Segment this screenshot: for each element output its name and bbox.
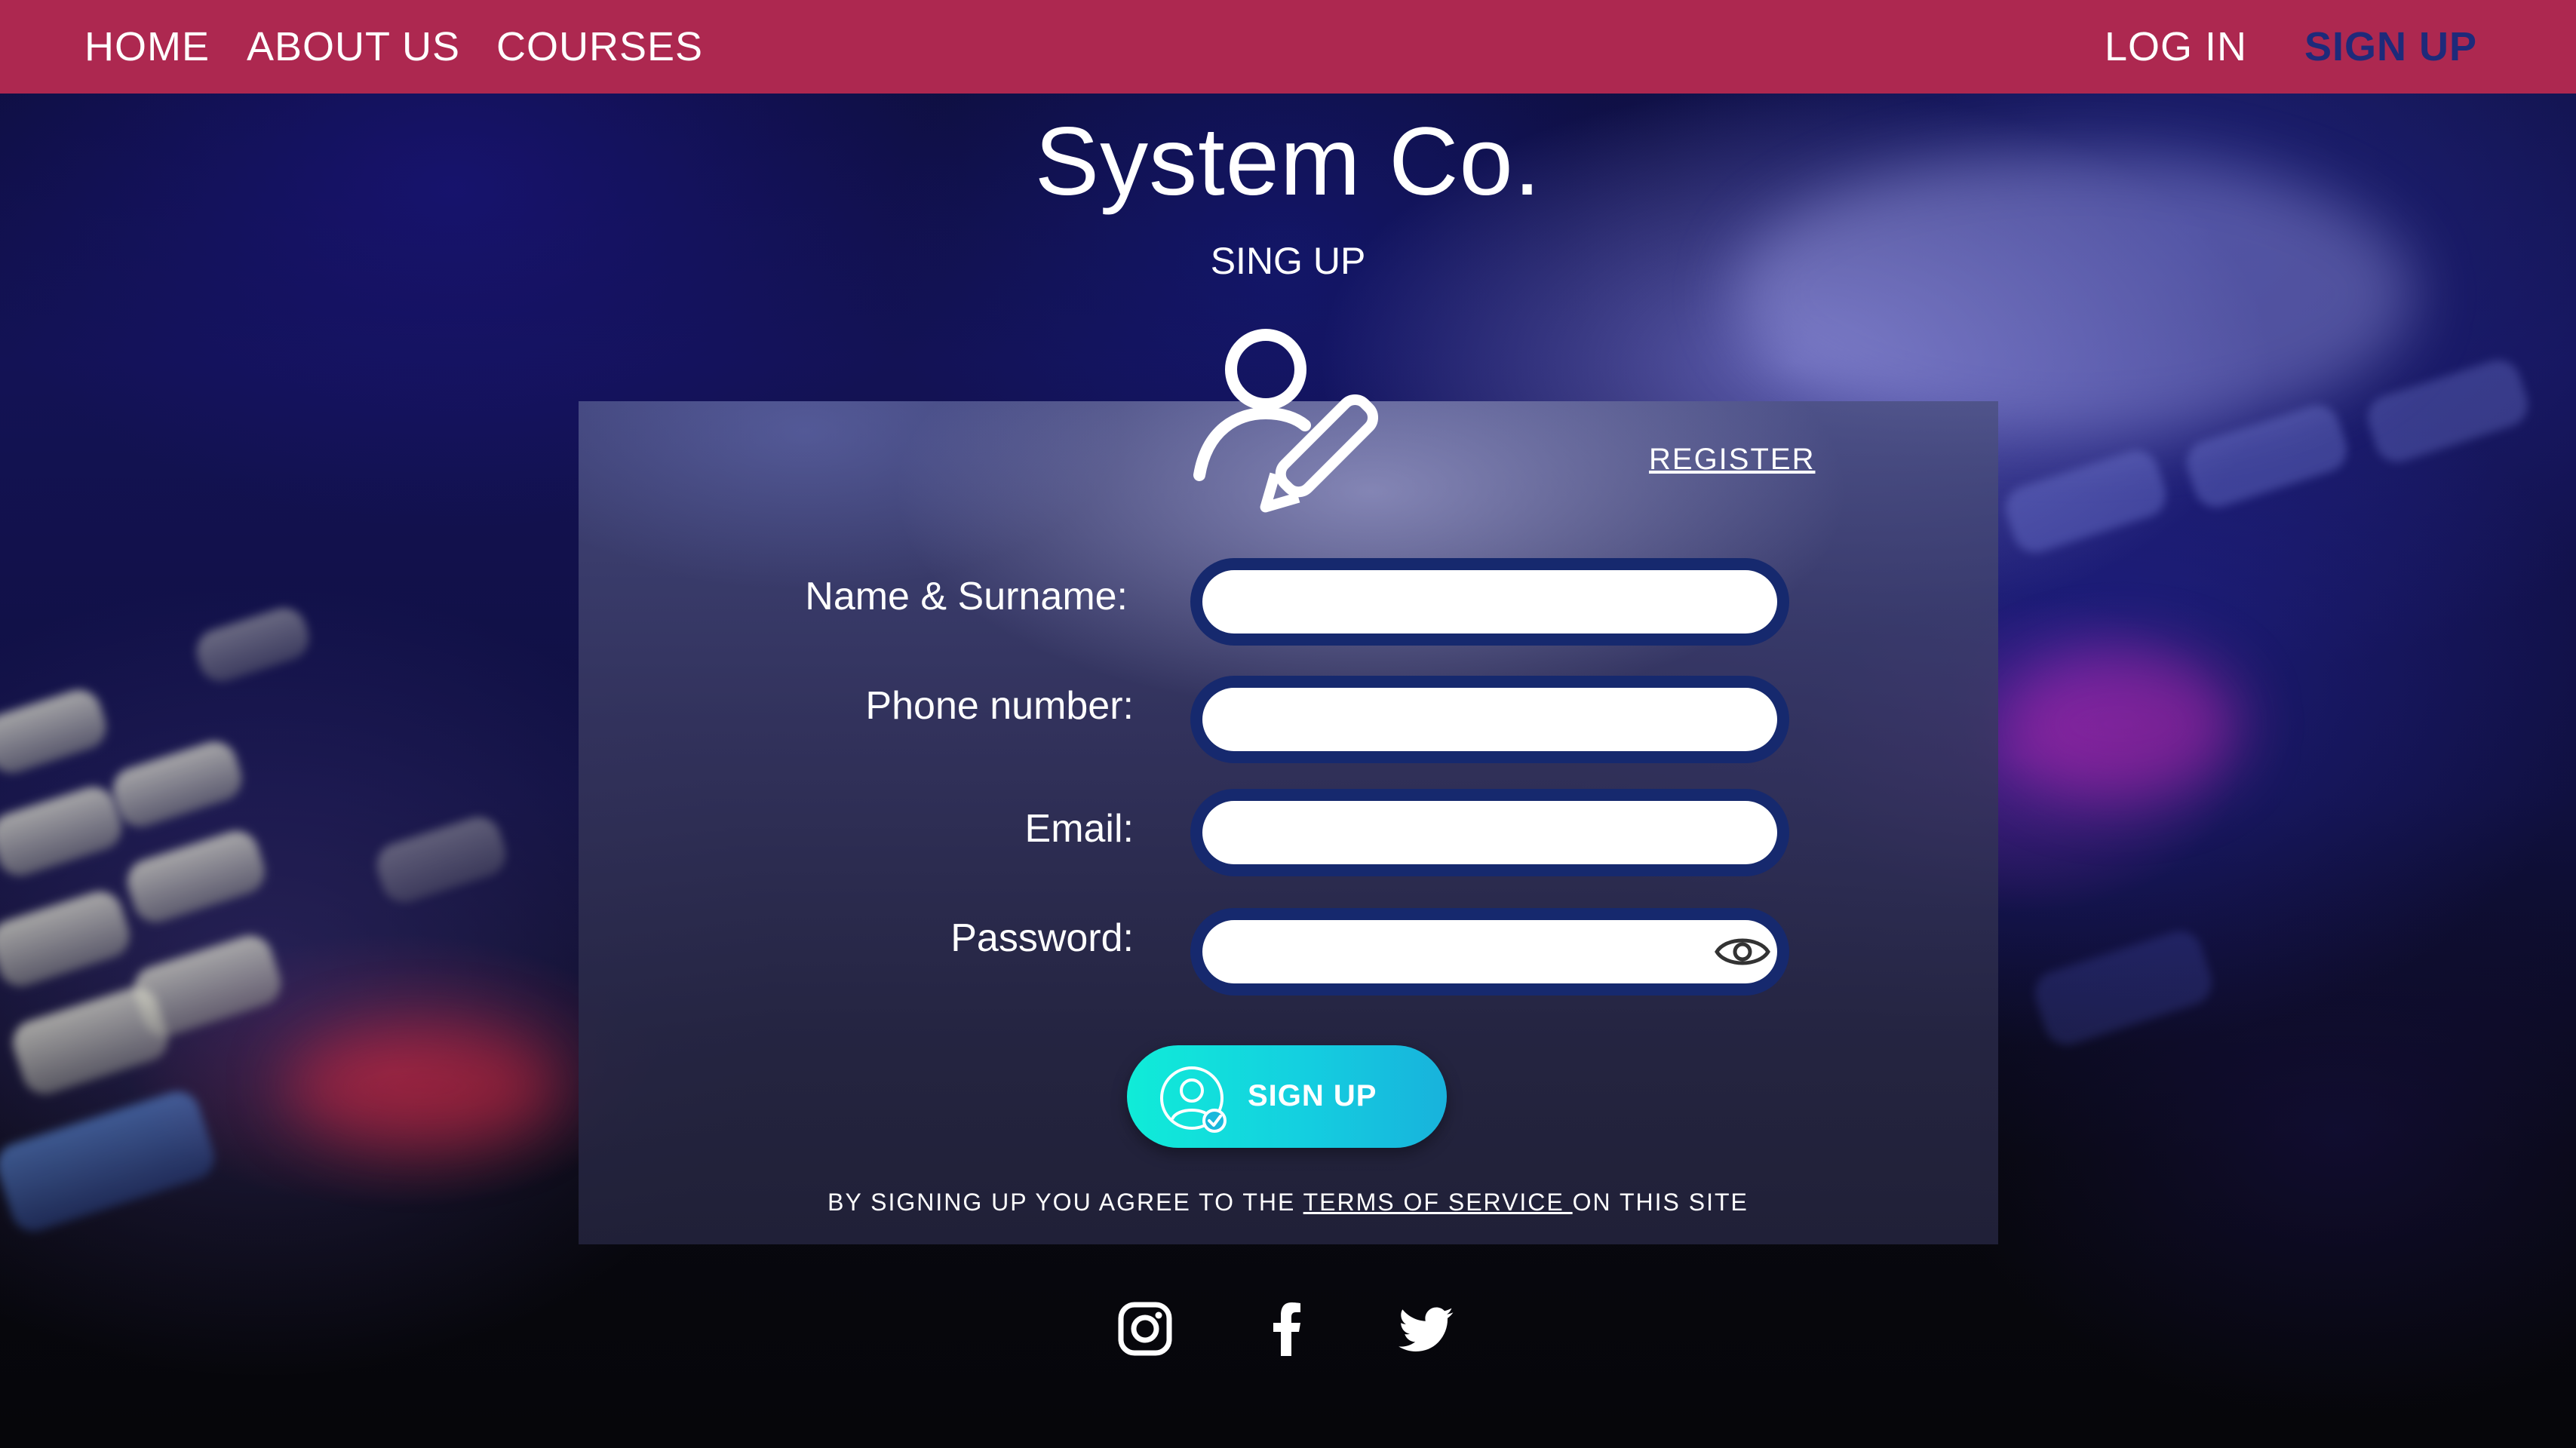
name-input[interactable] [1190, 558, 1789, 646]
instagram-icon[interactable] [1115, 1299, 1175, 1359]
top-nav-bar: HOME ABOUT US COURSES LOG IN SIGN UP [0, 0, 2576, 94]
terms-suffix: ON THIS SITE [1572, 1189, 1749, 1216]
brand-title: System Co. [1034, 108, 1542, 216]
register-link[interactable]: REGISTER [1649, 441, 1815, 477]
terms-notice: BY SIGNING UP YOU AGREE TO THE TERMS OF … [0, 1187, 2576, 1217]
nav-home-link[interactable]: HOME [84, 23, 210, 71]
email-input[interactable] [1190, 789, 1789, 876]
password-label: Password: [950, 916, 1134, 960]
user-edit-icon [1193, 329, 1379, 513]
email-label: Email: [1024, 807, 1134, 851]
signup-submit-button[interactable]: SIGN UP [1127, 1045, 1447, 1148]
nav-signup-link[interactable]: SIGN UP [2304, 23, 2477, 71]
nav-about-link[interactable]: ABOUT US [247, 23, 460, 71]
user-check-icon [1160, 1066, 1227, 1133]
name-label: Name & Surname: [805, 575, 1128, 618]
password-input[interactable] [1190, 908, 1789, 996]
page-subtitle: SING UP [1210, 240, 1366, 282]
terms-of-service-link[interactable]: TERMS OF SERVICE [1303, 1189, 1573, 1216]
background-glow [287, 1026, 558, 1146]
background-glow [1999, 649, 2240, 799]
signup-button-label: SIGN UP [1248, 1079, 1377, 1112]
nav-courses-link[interactable]: COURSES [496, 23, 703, 71]
nav-login-link[interactable]: LOG IN [2105, 23, 2247, 71]
terms-prefix: BY SIGNING UP YOU AGREE TO THE [827, 1189, 1303, 1216]
facebook-icon[interactable] [1257, 1299, 1317, 1359]
show-password-eye-icon[interactable] [1712, 931, 1773, 973]
twitter-icon[interactable] [1398, 1299, 1458, 1359]
phone-input[interactable] [1190, 676, 1789, 763]
page: HOME ABOUT US COURSES LOG IN SIGN UP Sys… [0, 0, 2576, 1448]
phone-label: Phone number: [865, 684, 1134, 728]
